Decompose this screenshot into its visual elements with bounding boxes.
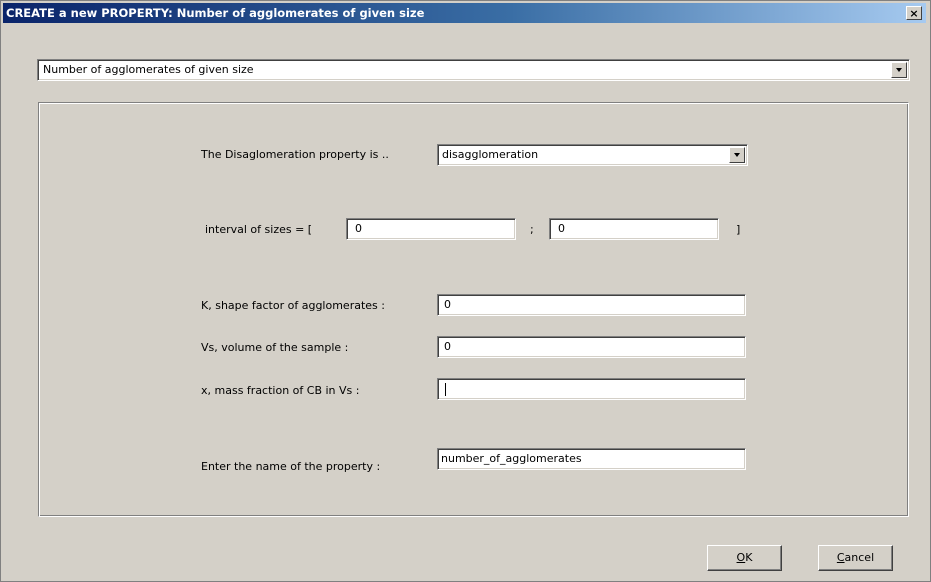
shape-factor-label: K, shape factor of agglomerates : — [201, 299, 385, 312]
cancel-button[interactable]: Cancel — [818, 545, 893, 571]
property-name-label: Enter the name of the property : — [201, 460, 381, 473]
close-icon[interactable]: × — [906, 6, 922, 20]
cancel-mnemonic: C — [836, 551, 845, 564]
mass-fraction-label: x, mass fraction of CB in Vs : — [201, 384, 360, 397]
window-title: CREATE a new PROPERTY: Number of agglome… — [6, 6, 425, 20]
volume-label: Vs, volume of the sample : — [201, 341, 349, 354]
interval-close-bracket: ] — [736, 223, 741, 236]
property-name-value: number_of_agglomerates — [441, 452, 582, 465]
shape-factor-input[interactable]: 0 — [437, 294, 746, 316]
cancel-label: ancel — [844, 551, 875, 564]
mass-fraction-input[interactable] — [437, 378, 746, 400]
interval-max-input[interactable]: 0 — [549, 218, 719, 240]
text-cursor — [445, 383, 446, 396]
interval-min-input[interactable]: 0 — [346, 218, 516, 240]
disagglomeration-label: The Disaglomeration property is .. — [201, 148, 389, 161]
property-type-select[interactable]: Number of agglomerates of given size — [37, 59, 910, 81]
ok-button[interactable]: OK — [707, 545, 782, 571]
ok-mnemonic: O — [736, 551, 746, 564]
create-property-dialog: CREATE a new PROPERTY: Number of agglome… — [0, 0, 931, 582]
interval-label: interval of sizes = [ — [205, 223, 313, 236]
property-name-input[interactable]: number_of_agglomerates — [437, 448, 746, 470]
chevron-down-icon[interactable] — [891, 62, 907, 78]
disagglomeration-value: disagglomeration — [442, 148, 539, 161]
disagglomeration-select[interactable]: disagglomeration — [437, 144, 748, 166]
interval-separator: ; — [530, 223, 534, 236]
ok-label: K — [745, 551, 753, 564]
volume-input[interactable]: 0 — [437, 336, 746, 358]
volume-value: 0 — [444, 340, 451, 353]
chevron-down-icon[interactable] — [729, 147, 745, 163]
interval-min-value: 0 — [355, 222, 362, 235]
property-type-value: Number of agglomerates of given size — [43, 63, 254, 76]
shape-factor-value: 0 — [444, 298, 451, 311]
title-bar[interactable]: CREATE a new PROPERTY: Number of agglome… — [3, 3, 926, 23]
interval-max-value: 0 — [558, 222, 565, 235]
